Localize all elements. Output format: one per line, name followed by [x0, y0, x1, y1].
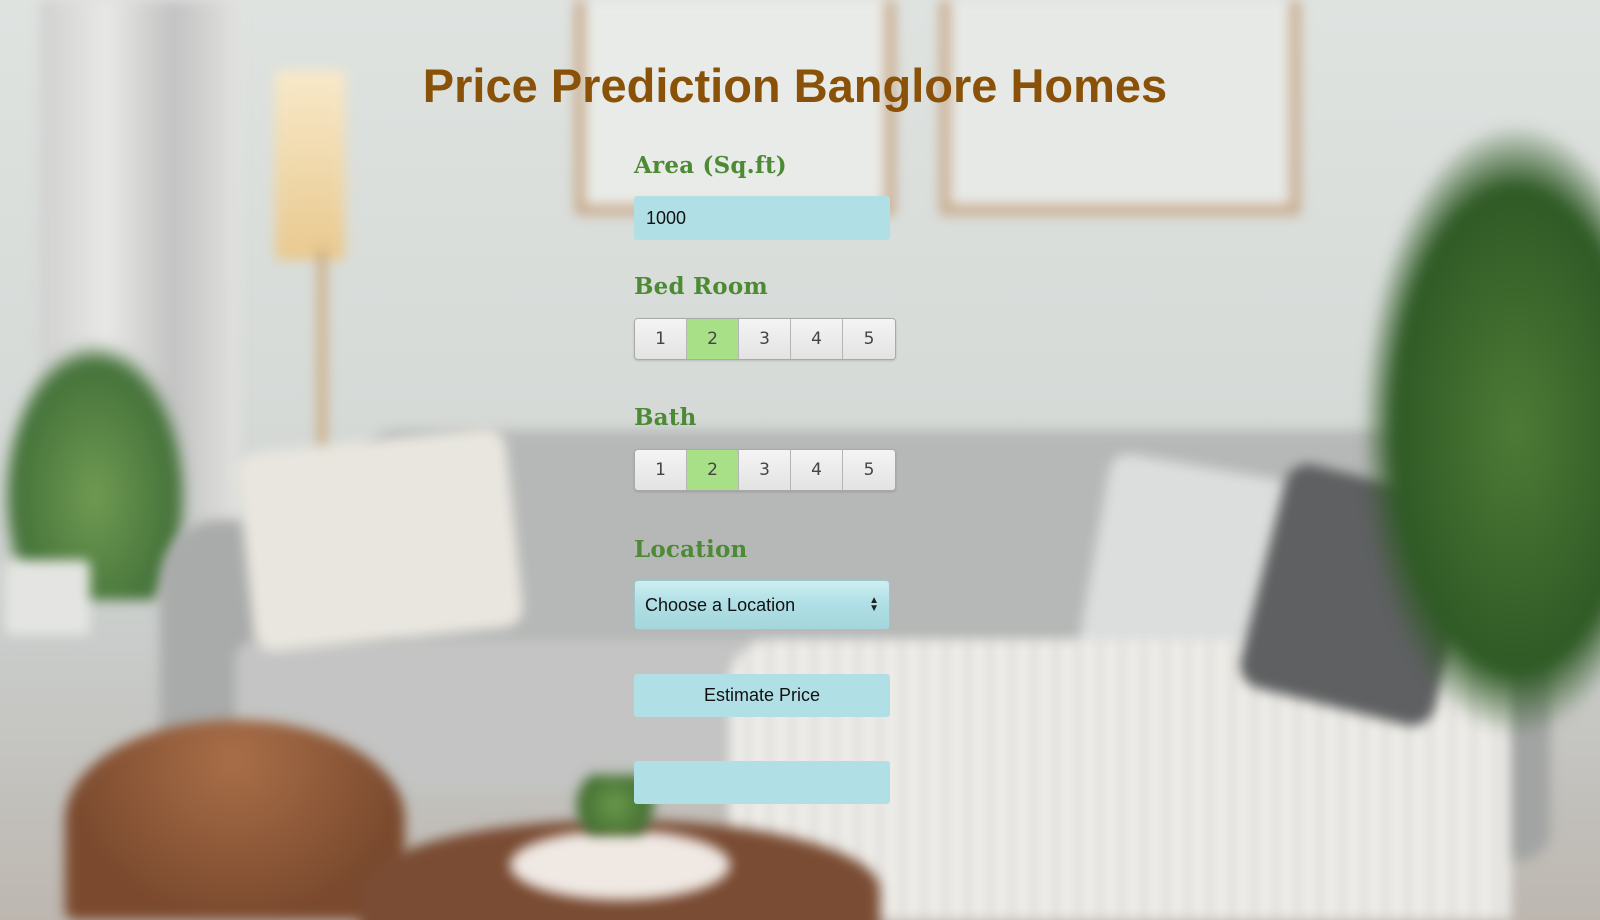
- bedroom-option-4[interactable]: 4: [791, 319, 843, 359]
- bedroom-option-1[interactable]: 1: [635, 319, 687, 359]
- location-label: Location: [634, 536, 748, 563]
- bedroom-option-2[interactable]: 2: [687, 319, 739, 359]
- bath-option-1[interactable]: 1: [635, 450, 687, 490]
- bedroom-selector: 1 2 3 4 5: [634, 318, 896, 360]
- bath-option-3[interactable]: 3: [739, 450, 791, 490]
- bath-option-5[interactable]: 5: [843, 450, 895, 490]
- bath-option-4[interactable]: 4: [791, 450, 843, 490]
- location-select-value: Choose a Location: [645, 594, 796, 615]
- estimate-price-button[interactable]: Estimate Price: [634, 674, 890, 717]
- bath-label: Bath: [634, 404, 697, 431]
- area-label: Area (Sq.ft): [634, 152, 787, 179]
- bedroom-label: Bed Room: [634, 273, 768, 300]
- prediction-form-container: Price Prediction Banglore Homes Area (Sq…: [0, 0, 1600, 920]
- page-title: Price Prediction Banglore Homes: [422, 59, 1168, 112]
- estimated-price-result: [634, 761, 890, 804]
- location-select[interactable]: Choose a Location ▲ ▼: [634, 580, 890, 630]
- select-arrows-icon: ▲ ▼: [869, 595, 879, 614]
- bedroom-option-5[interactable]: 5: [843, 319, 895, 359]
- bath-selector: 1 2 3 4 5: [634, 449, 896, 491]
- bath-option-2[interactable]: 2: [687, 450, 739, 490]
- bedroom-option-3[interactable]: 3: [739, 319, 791, 359]
- area-input[interactable]: [634, 196, 890, 240]
